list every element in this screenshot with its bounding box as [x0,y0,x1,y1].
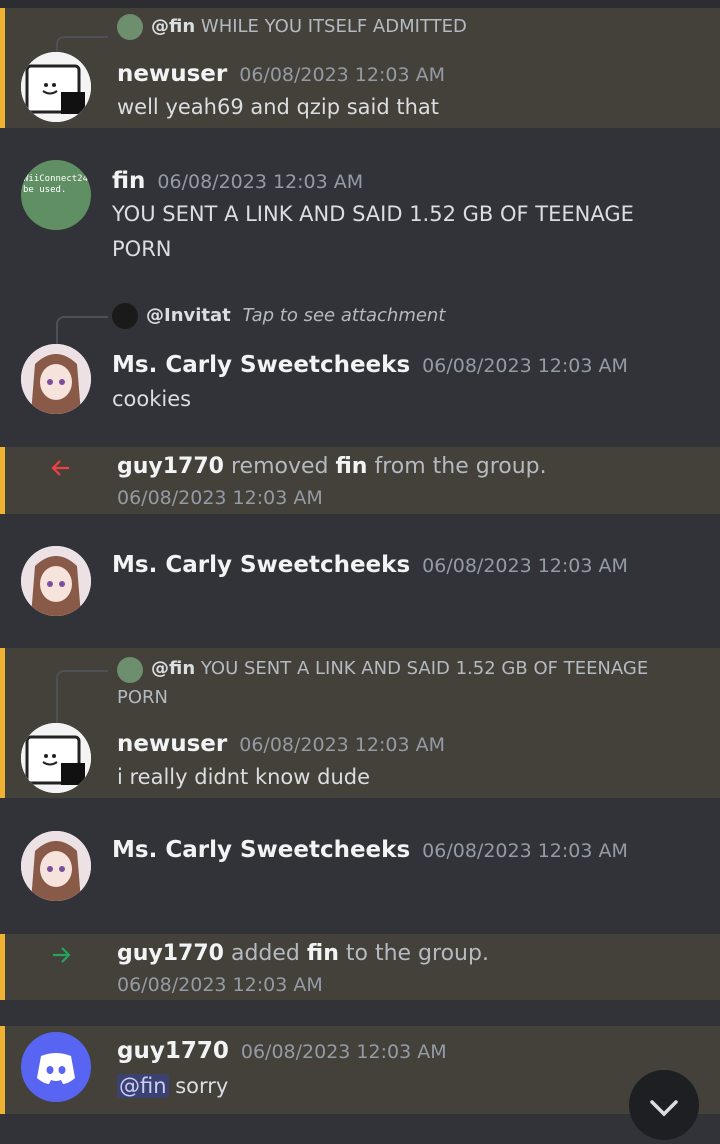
message-text: @fin sorry [117,1074,229,1098]
chevron-down-icon [650,1100,678,1117]
author-name[interactable]: guy1770 06/08/2023 12:03 AM [117,1038,447,1064]
message-carly-1[interactable]: @Invitat Tap to see attachment Ms. Carly… [0,296,720,436]
author-name[interactable]: Ms. Carly Sweetcheeks 06/08/2023 12:03 AM [112,552,628,578]
message-carly-2[interactable]: Ms. Carly Sweetcheeks 06/08/2023 12:03 AM [0,530,720,640]
reply-text: WHILE YOU ITSELF ADMITTED [200,16,467,37]
reply-preview[interactable]: @fin WHILE YOU ITSELF ADMITTED [117,14,467,40]
avatar-carly[interactable] [21,344,91,414]
author-name[interactable]: newuser 06/08/2023 12:03 AM [117,731,445,757]
timestamp: 06/08/2023 12:03 AM [157,171,364,193]
message-text: i really didnt know dude [117,765,371,789]
author-name[interactable]: Ms. Carly Sweetcheeks 06/08/2023 12:03 AM [112,837,628,863]
message-guy1770[interactable]: guy1770 06/08/2023 12:03 AM @fin sorry [0,1026,720,1114]
avatar-fin[interactable]: WiiConnect24 be used. [21,160,91,230]
reply-avatar-fin [117,14,143,40]
system-message-added: guy1770 added fin to the group. 06/08/20… [0,934,720,1000]
author-name[interactable]: newuser 06/08/2023 12:03 AM [117,61,445,87]
top-edge [0,0,720,8]
jump-to-present-button[interactable] [629,1070,699,1140]
avatar-carly[interactable] [21,831,91,901]
mention-fin[interactable]: @fin [117,1074,169,1098]
timestamp: 06/08/2023 12:03 AM [422,555,628,577]
reply-spine [56,670,108,726]
reply-preview[interactable]: @fin YOU SENT A LINK AND SAID 1.52 GB OF… [117,654,677,712]
discord-logo-icon [37,1053,75,1084]
reply-author: @fin [151,16,196,37]
reply-attachment-hint: Tap to see attachment [242,305,446,326]
timestamp: 06/08/2023 12:03 AM [422,840,628,862]
message-carly-3[interactable]: Ms. Carly Sweetcheeks 06/08/2023 12:03 AM [0,815,720,925]
reply-preview[interactable]: @Invitat Tap to see attachment [112,303,446,329]
reply-author: @Invitat [146,305,231,326]
avatar-newuser[interactable] [21,52,91,122]
system-text: guy1770 removed fin from the group. [117,454,547,479]
reply-author: @fin [151,658,196,679]
avatar-carly[interactable] [21,546,91,616]
message-fin[interactable]: WiiConnect24 be used. fin 06/08/2023 12:0… [0,148,720,278]
reply-avatar-invitat [112,303,138,329]
arrow-left-icon [51,460,69,476]
reply-text: YOU SENT A LINK AND SAID 1.52 GB OF TEEN… [117,658,649,708]
timestamp: 06/08/2023 12:03 AM [239,734,445,756]
system-message-removed: guy1770 removed fin from the group. 06/0… [0,447,720,514]
author-name[interactable]: Ms. Carly Sweetcheeks 06/08/2023 12:03 AM [112,352,628,378]
timestamp: 06/08/2023 12:03 AM [117,974,323,996]
reply-avatar-fin [117,657,143,683]
reply-spine [56,316,108,344]
arrow-right-icon [53,947,71,963]
message-text: YOU SENT A LINK AND SAID 1.52 GB OF TEEN… [112,202,634,261]
avatar-discord[interactable] [21,1032,91,1102]
message-text: cookies [112,387,192,411]
timestamp: 06/08/2023 12:03 AM [239,64,445,86]
avatar-fin-text: WiiConnect24 be used. [23,174,89,195]
avatar-newuser[interactable] [21,723,91,793]
author-name[interactable]: fin 06/08/2023 12:03 AM [112,168,363,194]
timestamp: 06/08/2023 12:03 AM [422,355,628,377]
message-newuser-2[interactable]: @fin YOU SENT A LINK AND SAID 1.52 GB OF… [0,648,720,798]
timestamp: 06/08/2023 12:03 AM [117,487,323,509]
message-text: well yeah69 and qzip said that [117,95,440,119]
message-newuser-1[interactable]: @fin WHILE YOU ITSELF ADMITTED newuser 06… [0,8,720,128]
system-text: guy1770 added fin to the group. [117,941,489,966]
timestamp: 06/08/2023 12:03 AM [240,1041,447,1063]
